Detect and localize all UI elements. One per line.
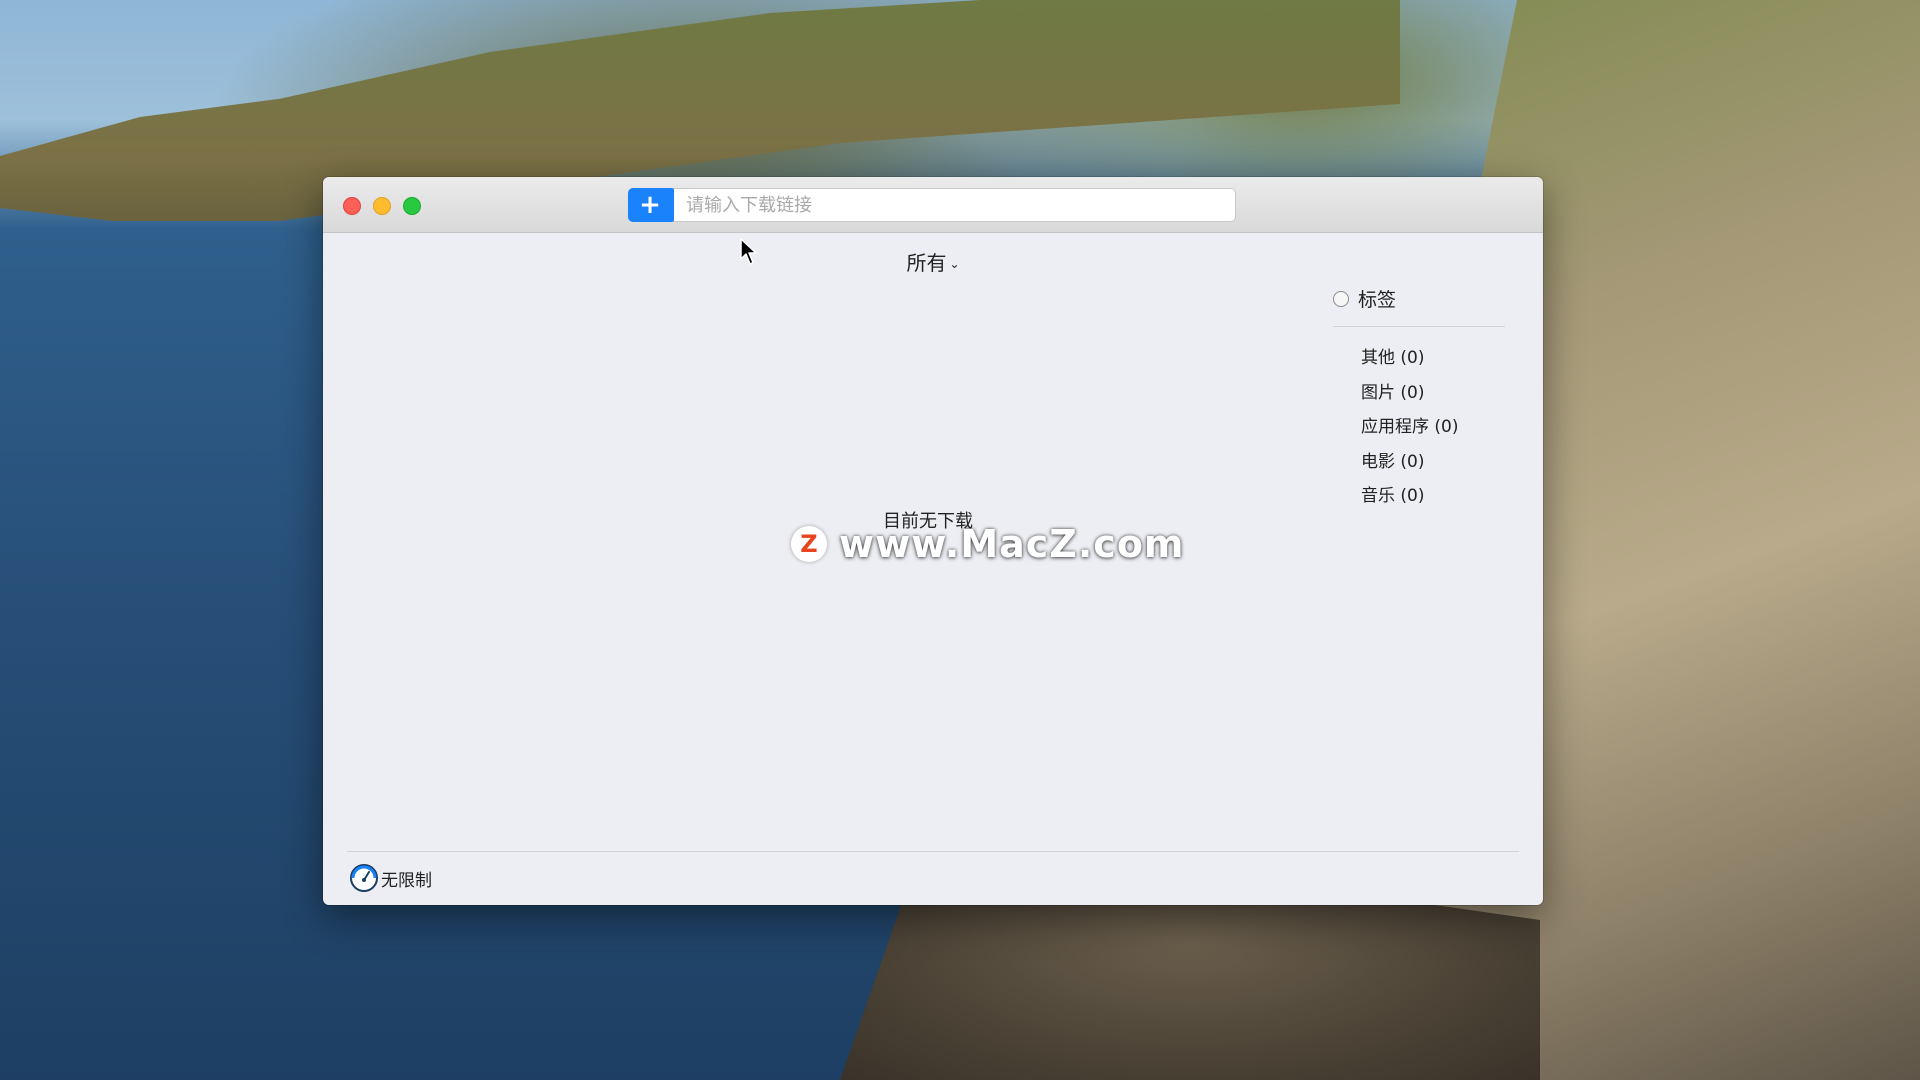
speedometer-icon bbox=[349, 863, 379, 893]
watermark-text: www.MacZ.com bbox=[839, 522, 1185, 566]
category-filter-dropdown[interactable]: 所有 ⌄ bbox=[323, 247, 1543, 276]
close-window-button[interactable] bbox=[343, 197, 361, 215]
wallpaper-rocks bbox=[840, 880, 1540, 1080]
footer-divider bbox=[347, 851, 1519, 852]
filter-label: 所有 bbox=[906, 251, 947, 275]
title-bar: + bbox=[323, 177, 1543, 233]
chevron-down-icon: ⌄ bbox=[949, 257, 960, 271]
tag-item-movies[interactable]: 电影 (0) bbox=[1361, 445, 1505, 480]
speed-limit-control[interactable]: 无限制 bbox=[349, 863, 432, 893]
tags-sidebar: 标签 其他 (0) 图片 (0) 应用程序 (0) 电影 (0) 音乐 (0) bbox=[1333, 285, 1505, 514]
speed-limit-label: 无限制 bbox=[381, 870, 432, 891]
watermark-logo: Z bbox=[791, 526, 827, 562]
tag-list: 其他 (0) 图片 (0) 应用程序 (0) 电影 (0) 音乐 (0) bbox=[1333, 327, 1505, 514]
app-window: + 所有⌄ 目前无下载 Z www.MacZ.com 标签 其他 (0) 图片 … bbox=[323, 177, 1543, 905]
tags-radio-icon[interactable] bbox=[1333, 290, 1349, 307]
plus-icon: + bbox=[639, 190, 661, 220]
mouse-pointer-icon bbox=[740, 238, 758, 270]
tags-header[interactable]: 标签 bbox=[1333, 285, 1505, 327]
tags-header-label: 标签 bbox=[1358, 289, 1397, 311]
tag-item-images[interactable]: 图片 (0) bbox=[1361, 376, 1505, 411]
add-download-button[interactable]: + bbox=[628, 188, 672, 222]
tag-item-music[interactable]: 音乐 (0) bbox=[1361, 479, 1505, 514]
minimize-window-button[interactable] bbox=[373, 197, 391, 215]
tag-item-applications[interactable]: 应用程序 (0) bbox=[1361, 410, 1505, 445]
zoom-window-button[interactable] bbox=[403, 197, 421, 215]
tag-item-other[interactable]: 其他 (0) bbox=[1361, 341, 1505, 376]
download-url-input[interactable] bbox=[672, 188, 1236, 222]
watermark: Z www.MacZ.com bbox=[791, 522, 1185, 566]
